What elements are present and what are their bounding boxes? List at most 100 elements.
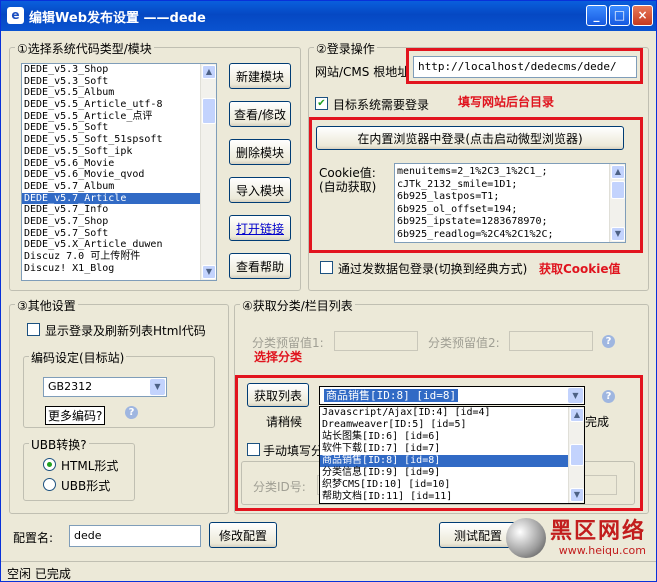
cookie-textarea[interactable]: menuitems=2_1%2C3_1%2C1_; cJTk_2132_smile… <box>394 163 626 243</box>
category-dropdown-list[interactable]: Javascript/Ajax[ID:4] [id=4] Dreamweaver[… <box>319 406 585 504</box>
module-list-item[interactable]: DEDE_v5.5_Article_点评 <box>22 111 216 123</box>
module-list-item[interactable]: DEDE_v5.5_Article_utf-8 <box>22 99 216 111</box>
module-list-item[interactable]: Discuz 7.0 可上传附件 <box>22 251 216 263</box>
html-mode-label: HTML形式 <box>61 459 119 473</box>
category-option[interactable]: Dreamweaver[ID:5] [id=5] <box>320 419 584 431</box>
category-selected-value: 商品销售[ID:8] [id=8] <box>324 389 459 402</box>
scroll-down-icon[interactable]: ▼ <box>202 265 216 279</box>
scroll-thumb[interactable] <box>611 181 625 199</box>
preset2-label: 分类预留值2: <box>428 336 500 350</box>
module-list-item[interactable]: DEDE_v5.3_Shop <box>22 64 216 76</box>
chevron-down-icon[interactable]: ▼ <box>568 388 583 403</box>
open-link-button[interactable]: 打开链接 <box>229 215 291 241</box>
import-module-button[interactable]: 导入模块 <box>229 177 291 203</box>
scroll-up-icon[interactable]: ▲ <box>202 65 216 79</box>
more-encoding-link[interactable]: 更多编码? <box>45 406 106 425</box>
module-list-item[interactable]: DEDE_v5.6_Movie <box>22 158 216 170</box>
module-list-item[interactable]: DEDE_v5.7_Article <box>22 192 216 205</box>
show-html-checkbox[interactable] <box>27 323 40 336</box>
module-list-item[interactable]: DEDE_v5.7_Album <box>22 181 216 193</box>
category-group-label: ④获取分类/栏目列表 <box>240 297 355 314</box>
packet-login-label: 通过发数据包登录(切换到经典方式) <box>338 262 528 276</box>
close-button[interactable]: × <box>632 5 653 26</box>
scroll-up-icon[interactable]: ▲ <box>611 165 625 179</box>
cookie-line: menuitems=2_1%2C3_1%2C1_; <box>397 166 548 177</box>
fetch-list-button[interactable]: 获取列表 <box>247 383 309 407</box>
config-name-label: 配置名: <box>13 531 54 545</box>
module-list-item[interactable]: DEDE_v5.5_Soft <box>22 122 216 134</box>
manual-checkbox[interactable] <box>247 443 260 456</box>
module-list-item[interactable]: DEDE_v5.3_Soft <box>22 76 216 88</box>
wait-label: 请稍候 <box>266 415 303 429</box>
category-option[interactable]: 分类信息[ID:9] [id=9] <box>320 467 584 479</box>
category-option[interactable]: 软件下载[ID:7] [id=7] <box>320 443 584 455</box>
module-list-item[interactable]: DEDE_v5.7_Soft <box>22 228 216 240</box>
category-option[interactable]: 站长图集[ID:6] [id=6] <box>320 431 584 443</box>
encoding-value: GB2312 <box>48 380 93 393</box>
help-icon[interactable]: ? <box>602 335 615 348</box>
cookie-scrollbar[interactable]: ▲ ▼ <box>609 164 625 242</box>
scroll-down-icon[interactable]: ▼ <box>570 488 584 502</box>
login-group-label: ②登录操作 <box>314 40 377 57</box>
module-list-item[interactable]: DEDE_v5.X_Article_duwen <box>22 239 216 251</box>
view-edit-button[interactable]: 查看/修改 <box>229 101 291 127</box>
encoding-group-label: 编码设定(目标站) <box>29 349 127 366</box>
category-option[interactable]: 织梦CMS[ID:10] [id=10] <box>320 479 584 491</box>
preset2-input[interactable] <box>509 331 593 351</box>
scroll-down-icon[interactable]: ▼ <box>611 227 625 241</box>
new-module-button[interactable]: 新建模块 <box>229 63 291 89</box>
url-input[interactable]: http://localhost/dedecms/dede/ <box>413 56 637 78</box>
module-list-item[interactable]: DEDE_v5.7_Info <box>22 204 216 216</box>
module-list-item[interactable]: DEDE_v5.6_Movie_qvod <box>22 169 216 181</box>
ubb-mode-radio[interactable] <box>43 478 56 491</box>
module-list-item[interactable]: Discuz! X1_Blog <box>22 263 216 275</box>
module-list-item[interactable]: DEDE_v5.5_Soft_ipk <box>22 146 216 158</box>
scroll-up-icon[interactable]: ▲ <box>570 408 584 422</box>
minimize-button[interactable]: _ <box>586 5 607 26</box>
dropdown-scrollbar[interactable]: ▲ ▼ <box>568 407 584 503</box>
ubb-group-label: UBB转换? <box>29 436 89 453</box>
category-select[interactable]: 商品销售[ID:8] [id=8] ▼ <box>319 386 585 405</box>
module-list[interactable]: DEDE_v5.3_Shop DEDE_v5.3_Soft DEDE_v5.5_Al… <box>21 63 217 281</box>
module-list-item[interactable]: DEDE_v5.5_Album <box>22 87 216 99</box>
module-group-label: ①选择系统代码类型/模块 <box>15 40 154 57</box>
cookie-line: 6b925_lastpos=T1; <box>397 191 500 202</box>
config-name-input[interactable]: dede <box>69 525 201 547</box>
done-label: 完成 <box>585 415 610 429</box>
packet-login-checkbox[interactable] <box>320 261 333 274</box>
browser-login-button[interactable]: 在内置浏览器中登录(点击启动微型浏览器) <box>316 126 624 150</box>
category-annotation: 选择分类 <box>254 350 303 364</box>
window-title: 编辑Web发布设置 ——dede <box>29 11 206 26</box>
module-list-item[interactable]: DEDE_v5.5_Soft_51spsoft <box>22 134 216 146</box>
ubb-mode-label: UBB形式 <box>61 479 111 493</box>
cookie-annotation: 获取Cookie值 <box>539 262 621 276</box>
delete-module-button[interactable]: 删除模块 <box>229 139 291 165</box>
maximize-button[interactable]: □ <box>609 5 630 26</box>
preset1-input[interactable] <box>334 331 418 351</box>
watermark-url: www.heiqu.com <box>558 543 646 557</box>
help-icon[interactable]: ? <box>125 406 138 419</box>
app-icon: e <box>7 7 24 24</box>
need-login-checkbox[interactable]: ✔ <box>315 97 328 110</box>
view-help-button[interactable]: 查看帮助 <box>229 253 291 279</box>
cookie-sublabel: (自动获取) <box>319 180 377 194</box>
cookie-line: cJTk_2132_smile=1D1; <box>397 178 518 190</box>
other-settings-label: ③其他设置 <box>15 297 78 314</box>
encoding-select[interactable]: GB2312 ▼ <box>43 377 167 397</box>
title-bar[interactable]: e 编辑Web发布设置 ——dede _ □ × <box>1 1 656 31</box>
scroll-thumb[interactable] <box>570 444 584 466</box>
url-annotation: 填写网站后台目录 <box>458 95 555 109</box>
status-bar: 空闲 已完成 <box>1 561 656 581</box>
html-mode-radio[interactable] <box>43 458 56 471</box>
modify-config-button[interactable]: 修改配置 <box>209 522 277 548</box>
scroll-thumb[interactable] <box>202 98 216 124</box>
category-option[interactable]: 商品销售[ID:8] [id=8] <box>320 455 584 467</box>
module-list-scrollbar[interactable]: ▲ ▼ <box>200 64 216 280</box>
url-label: 网站/CMS 根地址 <box>315 65 410 79</box>
module-list-item[interactable]: DEDE_v5.7_Shop <box>22 216 216 228</box>
category-id-label: 分类ID号: <box>253 480 306 494</box>
category-option[interactable]: Javascript/Ajax[ID:4] [id=4] <box>320 407 584 419</box>
category-option[interactable]: 帮助文档[ID:11] [id=11] <box>320 491 584 503</box>
help-icon[interactable]: ? <box>602 390 615 403</box>
chevron-down-icon[interactable]: ▼ <box>150 379 165 395</box>
